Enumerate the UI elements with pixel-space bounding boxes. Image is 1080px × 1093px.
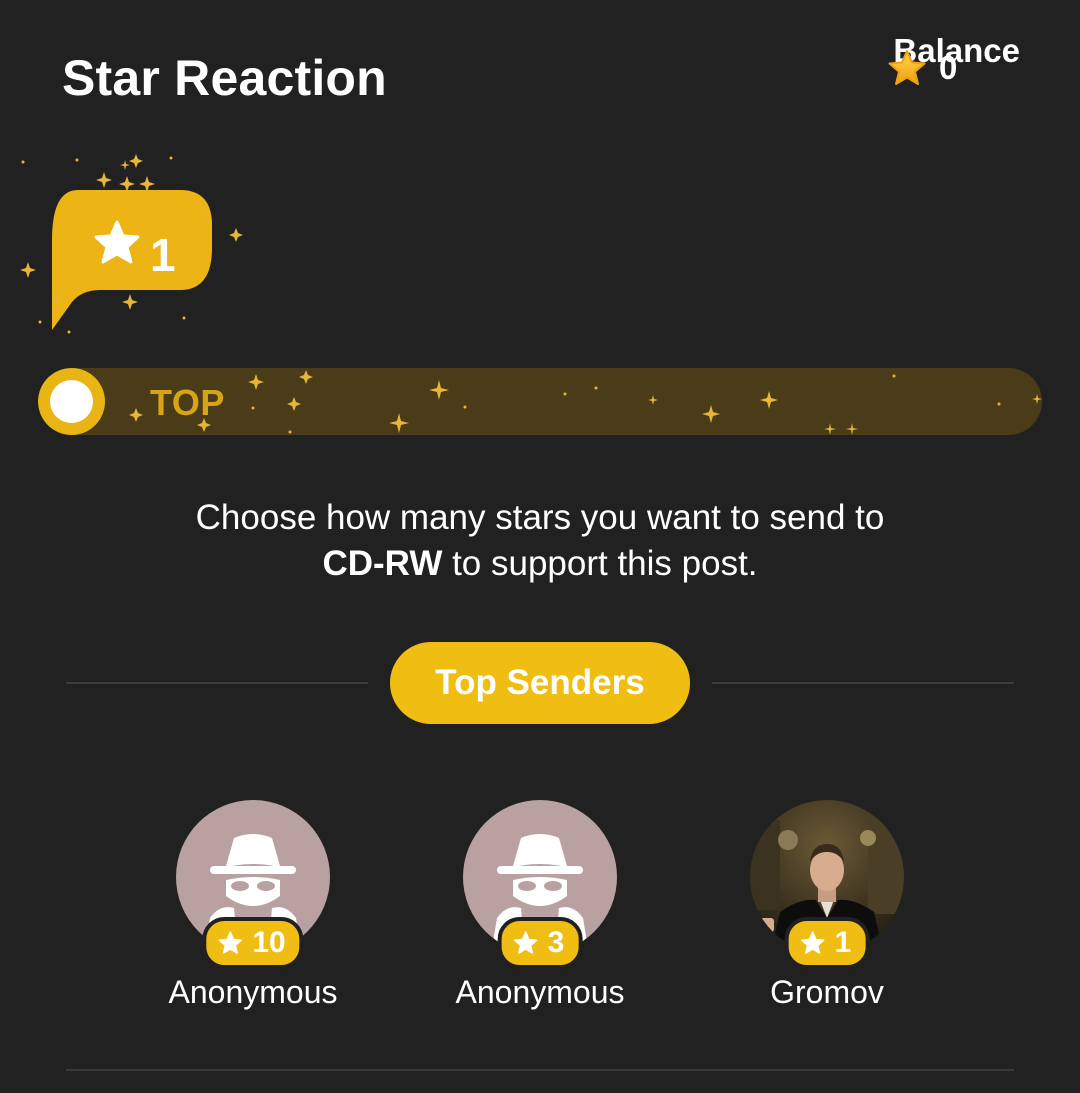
star-count-badge: 10 <box>202 917 304 969</box>
slider-handle[interactable] <box>38 368 105 435</box>
star-icon <box>513 931 538 954</box>
page-title: Star Reaction <box>62 50 387 106</box>
bubble-shape <box>52 190 212 330</box>
star-count-badge: 3 <box>497 917 583 969</box>
divider-left <box>66 682 368 684</box>
balance-value: 0 <box>939 49 958 86</box>
top-senders-button[interactable]: Top Senders <box>390 642 690 724</box>
star-amount-slider[interactable]: TOP <box>38 368 1042 435</box>
star-count: 1 <box>834 926 852 959</box>
sender-card[interactable]: 1 Gromov <box>677 800 977 1012</box>
star-count-bubble: 1 <box>0 140 260 350</box>
sender-card[interactable]: 10 Anonymous <box>103 800 403 1012</box>
star-reaction-sheet: Star Reaction Balance 0 1 TOP Choose how… <box>0 0 1080 1093</box>
star-icon <box>888 50 926 85</box>
star-icon <box>218 931 243 954</box>
description-line-1: Choose how many stars you want to send t… <box>195 498 885 537</box>
star-count: 3 <box>547 926 565 959</box>
sender-name: Gromov <box>770 974 884 1010</box>
bubble-value: 1 <box>150 229 176 281</box>
description: Choose how many stars you want to send t… <box>0 495 1080 587</box>
balance-amount: 0 <box>887 46 967 90</box>
divider-bottom <box>66 1069 1014 1071</box>
star-count-badge: 1 <box>784 917 870 969</box>
sender-card[interactable]: 3 Anonymous <box>390 800 690 1012</box>
description-line-2: CD-RW to support this post. <box>0 541 1080 587</box>
description-line-2-rest: to support this post. <box>442 544 758 583</box>
channel-name: CD-RW <box>322 544 443 583</box>
slider-top-label: TOP <box>150 382 225 423</box>
sender-name: Anonymous <box>455 974 625 1010</box>
star-count: 10 <box>252 926 286 959</box>
sender-name: Anonymous <box>168 974 338 1010</box>
divider-right <box>712 682 1014 684</box>
star-icon <box>800 931 825 954</box>
